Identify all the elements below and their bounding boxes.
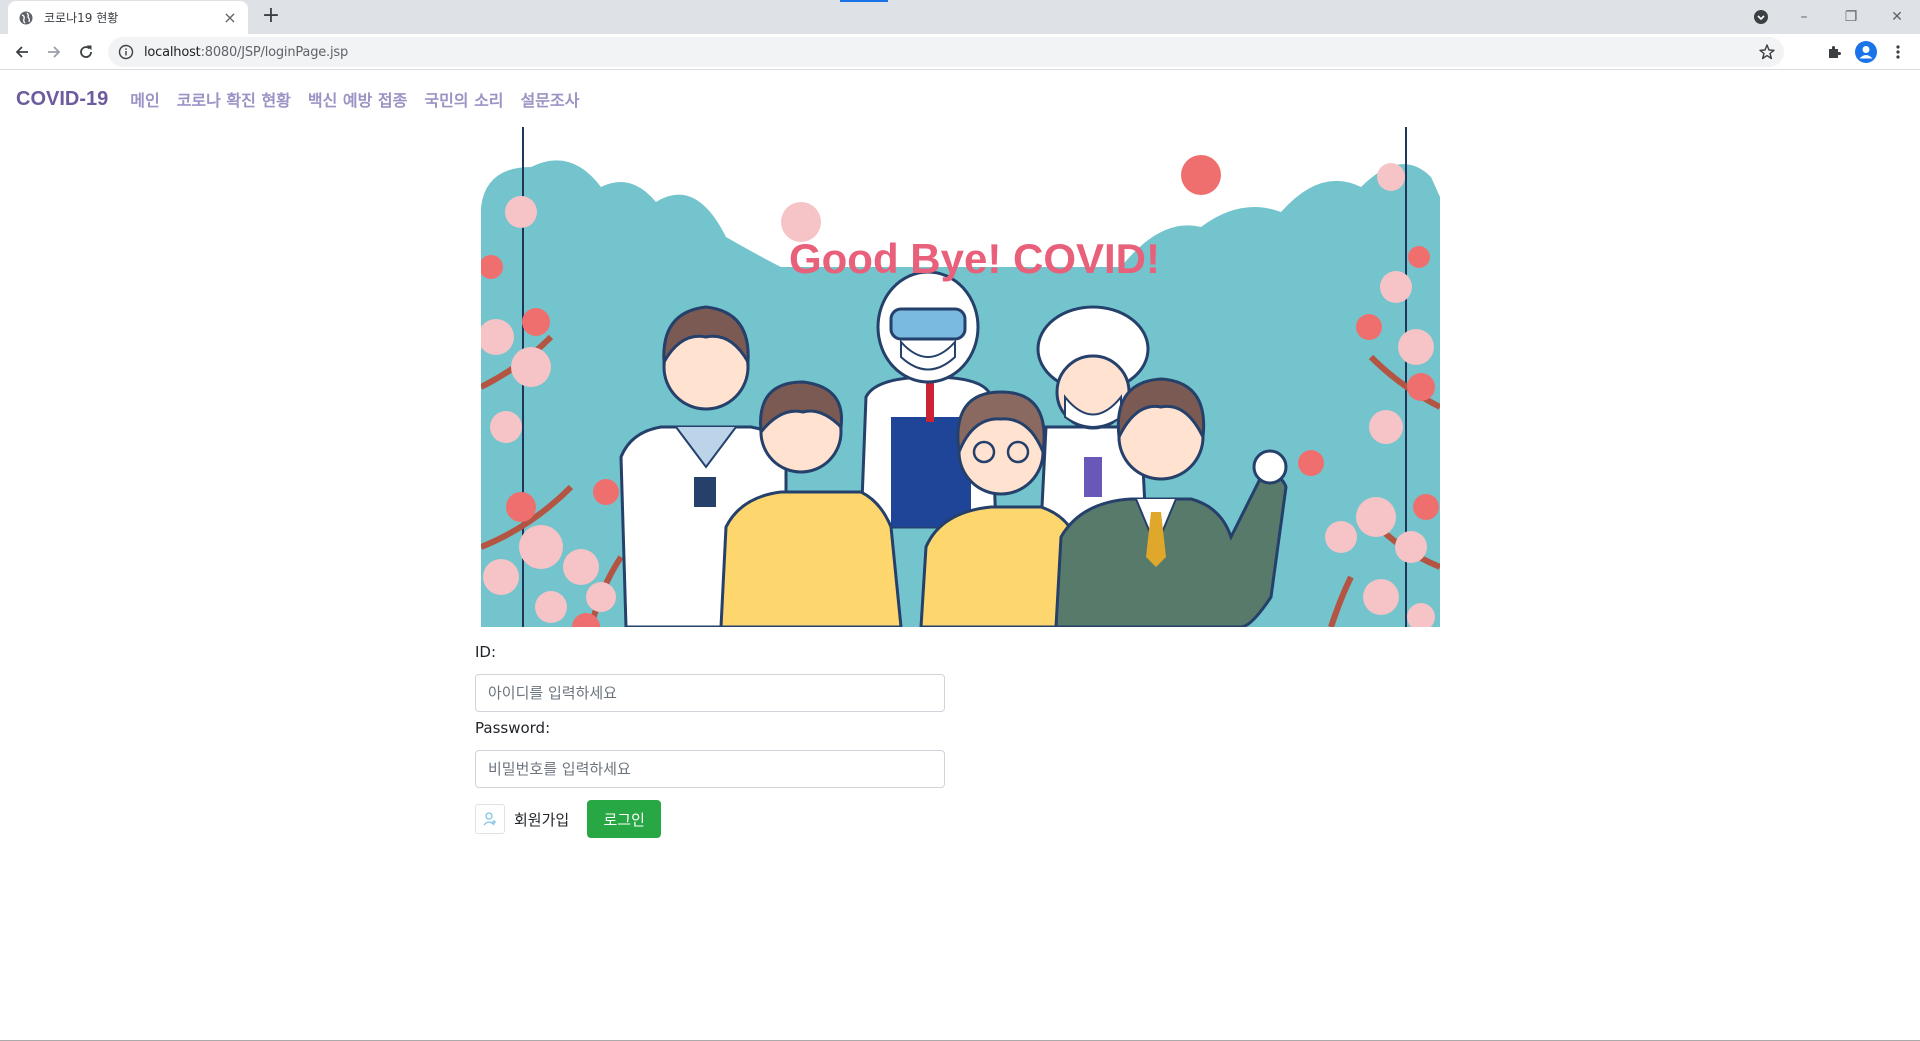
bookmark-star-icon[interactable] bbox=[1758, 43, 1776, 61]
globe-icon bbox=[18, 10, 34, 26]
id-input[interactable] bbox=[475, 674, 945, 712]
signup-label[interactable]: 회원가입 bbox=[514, 809, 569, 830]
tab-search-icon[interactable] bbox=[1748, 4, 1774, 30]
minimize-button[interactable]: – bbox=[1791, 4, 1817, 30]
address-bar[interactable]: localhost:8080/JSP/loginPage.jsp bbox=[108, 37, 1784, 67]
tab-title: 코로나19 현황 bbox=[44, 11, 119, 25]
hero-artwork bbox=[481, 127, 1440, 627]
extensions-puzzle-icon[interactable] bbox=[1822, 40, 1846, 64]
hero-illustration: Good Bye! COVID! bbox=[481, 127, 1440, 627]
new-tab-button[interactable]: + bbox=[259, 5, 283, 29]
restore-button[interactable]: ❐ bbox=[1838, 4, 1864, 30]
url-host: localhost bbox=[144, 44, 201, 60]
nav-link-confirmed-cases[interactable]: 코로나 확진 현황 bbox=[177, 87, 291, 111]
form-actions: 회원가입 로그인 bbox=[475, 800, 945, 838]
hero-title: Good Bye! COVID! bbox=[788, 235, 1160, 282]
nav-link-vaccination[interactable]: 백신 예방 접종 bbox=[308, 87, 407, 111]
browser-tabstrip: 코로나19 현황 × + – ❐ ✕ bbox=[0, 0, 1920, 34]
password-input[interactable] bbox=[475, 750, 945, 788]
profile-avatar-icon[interactable] bbox=[1854, 40, 1878, 64]
browser-toolbar: localhost:8080/JSP/loginPage.jsp bbox=[0, 34, 1920, 70]
reload-icon[interactable] bbox=[74, 40, 98, 64]
login-form: ID: Password: 회원가입 로그인 bbox=[475, 640, 945, 838]
close-tab-icon[interactable]: × bbox=[222, 9, 238, 26]
login-button[interactable]: 로그인 bbox=[587, 800, 662, 838]
nav-link-main[interactable]: 메인 bbox=[130, 87, 159, 111]
back-arrow-icon[interactable] bbox=[10, 40, 34, 64]
url-path: :8080/JSP/loginPage.jsp bbox=[200, 44, 349, 60]
site-navbar: COVID-19 메인 코로나 확진 현황 백신 예방 접종 국민의 소리 설문… bbox=[0, 71, 1920, 127]
tab-search-indicator bbox=[840, 0, 888, 2]
nav-link-survey[interactable]: 설문조사 bbox=[521, 87, 580, 111]
brand-logo-link[interactable]: COVID-19 bbox=[16, 88, 108, 111]
close-window-button[interactable]: ✕ bbox=[1884, 4, 1910, 30]
info-icon[interactable] bbox=[118, 44, 134, 60]
password-label: Password: bbox=[475, 719, 551, 737]
more-menu-icon[interactable] bbox=[1886, 40, 1910, 64]
signup-link[interactable]: 회원가입 bbox=[475, 804, 569, 834]
browser-tab[interactable]: 코로나19 현황 × bbox=[8, 1, 248, 34]
url-text: localhost:8080/JSP/loginPage.jsp bbox=[144, 45, 348, 60]
user-add-icon[interactable] bbox=[475, 804, 505, 834]
forward-arrow-icon[interactable] bbox=[42, 40, 66, 64]
id-label: ID: bbox=[475, 643, 497, 661]
nav-link-public-voice[interactable]: 국민의 소리 bbox=[424, 87, 503, 111]
